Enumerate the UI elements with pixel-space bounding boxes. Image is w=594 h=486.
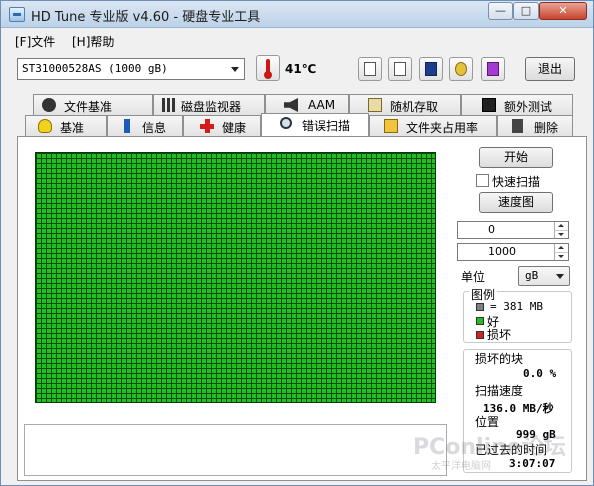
close-button[interactable]: ✕ <box>539 2 587 20</box>
damaged-blocks-value: 0.0 % <box>523 367 557 380</box>
unit-label: 单位 <box>461 270 486 284</box>
folder-icon <box>384 119 398 133</box>
file-benchmark-icon <box>42 98 56 112</box>
info-icon <box>124 119 130 133</box>
temperature-value: 41℃ <box>285 62 317 76</box>
speed-map-button[interactable]: 速度图 <box>479 192 553 213</box>
tab-disk-monitor[interactable]: 磁盘监视器 <box>153 94 265 115</box>
extra-tests-icon <box>482 98 496 112</box>
tab-info[interactable]: 信息 <box>107 115 183 136</box>
chevron-down-icon <box>231 67 239 72</box>
options-icon <box>455 62 467 76</box>
tab-extra-tests[interactable]: 额外测试 <box>461 94 573 115</box>
tab-delete[interactable]: 删除 <box>497 115 573 136</box>
exit-button[interactable]: 退出 <box>525 57 575 81</box>
block-swatch <box>476 303 484 311</box>
start-scan-button[interactable]: 开始 <box>479 147 553 168</box>
trash-icon <box>512 119 523 133</box>
menu-help[interactable]: [H]帮助 <box>72 33 114 50</box>
spin-down-icon[interactable] <box>554 230 568 238</box>
tab-benchmark[interactable]: 基准 <box>25 115 107 136</box>
drive-select[interactable]: ST31000528AS (1000 gB) <box>17 58 245 80</box>
unit-select[interactable]: gB <box>518 266 570 286</box>
download-button[interactable] <box>481 57 505 81</box>
spin-up-icon[interactable] <box>554 244 568 252</box>
app-window: HD Tune 专业版 v4.60 - 硬盘专业工具 — □ ✕ [F]文件 [… <box>0 0 594 486</box>
quick-scan-label: 快速扫描 <box>492 175 541 189</box>
thermometer-bulb-icon <box>264 71 272 79</box>
lightbulb-icon <box>38 119 52 133</box>
health-cross-icon <box>200 119 214 133</box>
drive-select-value: ST31000528AS (1000 gB) <box>22 62 168 75</box>
window-title: HD Tune 专业版 v4.60 - 硬盘专业工具 <box>31 10 261 25</box>
temperature-button[interactable] <box>256 55 280 81</box>
copy-button[interactable] <box>358 57 382 81</box>
quick-scan-checkbox[interactable] <box>476 174 489 187</box>
spin-down-icon[interactable] <box>554 252 568 260</box>
legend-damaged-label: 损坏 <box>487 328 512 342</box>
scan-log-box[interactable] <box>24 424 447 476</box>
end-field-input[interactable]: 1000 <box>457 243 569 261</box>
end-field-value: 1000 <box>488 245 516 258</box>
hd-tune-app-icon <box>9 7 25 22</box>
random-access-icon <box>368 98 382 112</box>
copy-all-icon <box>394 62 406 76</box>
tab-error-scan[interactable]: 错误扫描 <box>261 113 369 136</box>
legend-block-size: = 381 MB <box>490 300 543 313</box>
save-icon <box>425 62 437 76</box>
maximize-button[interactable]: □ <box>513 2 539 20</box>
download-icon <box>487 62 499 76</box>
magnifier-icon <box>280 117 292 129</box>
options-button[interactable] <box>449 57 473 81</box>
menu-bar: [F]文件 [H]帮助 <box>1 29 593 51</box>
start-field-value: 0 <box>488 223 495 236</box>
save-button[interactable] <box>419 57 443 81</box>
tab-folder-usage[interactable]: 文件夹占用率 <box>369 115 497 136</box>
title-bar[interactable]: HD Tune 专业版 v4.60 - 硬盘专业工具 — □ ✕ <box>1 1 593 28</box>
tab-random-access[interactable]: 随机存取 <box>349 94 461 115</box>
speaker-icon <box>284 98 298 112</box>
damaged-blocks-label: 损坏的块 <box>475 352 524 366</box>
pconline-watermark-sub: 太平洋电脑网 <box>431 461 491 472</box>
position-label: 位置 <box>475 415 500 429</box>
tab-aam[interactable]: AAM <box>265 94 349 115</box>
spin-up-icon[interactable] <box>554 222 568 230</box>
good-swatch <box>476 317 484 325</box>
tab-file-benchmark[interactable]: 文件基准 <box>33 94 153 115</box>
tab-health[interactable]: 健康 <box>183 115 261 136</box>
minimize-button[interactable]: — <box>488 2 513 20</box>
damaged-swatch <box>476 331 484 339</box>
copy-icon <box>364 62 376 76</box>
start-field-input[interactable]: 0 <box>457 221 569 239</box>
unit-select-value: gB <box>525 269 539 282</box>
chevron-down-icon <box>556 274 564 279</box>
disk-monitor-icon <box>162 98 176 112</box>
menu-file[interactable]: [F]文件 <box>15 33 55 50</box>
scan-block-map <box>35 152 436 403</box>
scan-speed-label: 扫描速度 <box>475 384 524 398</box>
copy-all-button[interactable] <box>388 57 412 81</box>
